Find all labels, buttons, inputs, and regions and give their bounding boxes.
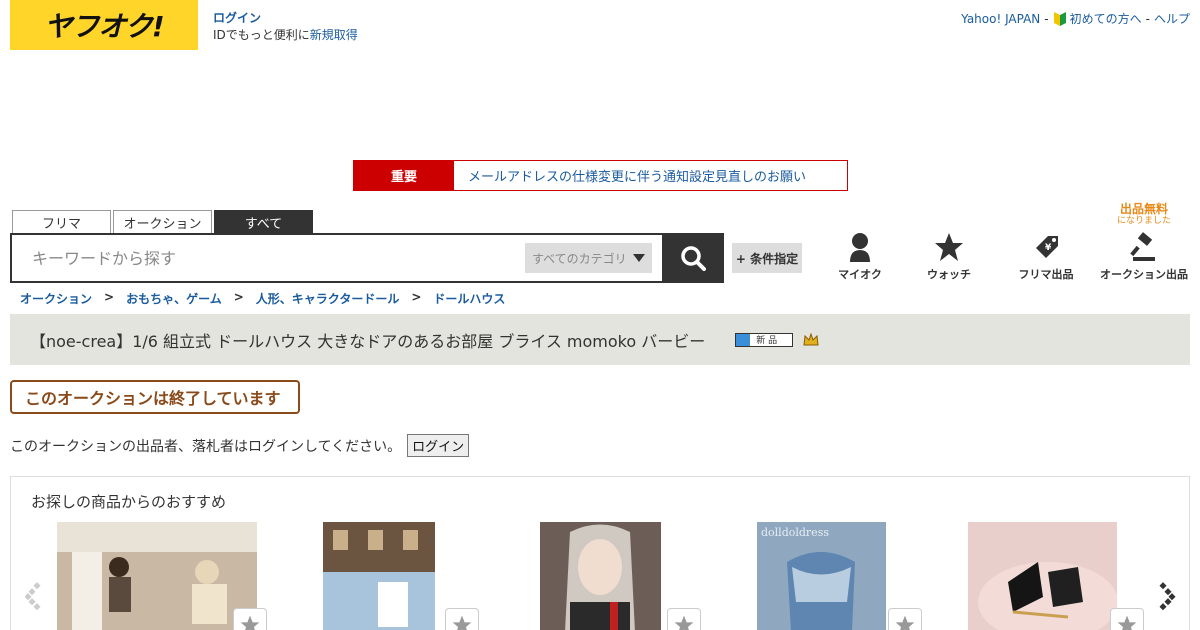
item-thumbnail (540, 522, 661, 630)
recommend-item[interactable] (968, 522, 1144, 630)
item-title: 【noe-crea】1/6 組立式 ドールハウス 大きなドアのあるお部屋 ブライ… (30, 331, 706, 351)
yahuoku-logo[interactable]: ヤフオク! (10, 0, 198, 50)
item-thumbnail (57, 522, 257, 630)
yahoo-japan-link[interactable]: Yahoo! JAPAN (961, 12, 1040, 26)
auction-listing-link[interactable]: オークション出品 (1096, 232, 1192, 282)
star-icon (1117, 615, 1137, 630)
myauction-link[interactable]: マイオク (812, 232, 908, 282)
beginner-link[interactable]: 初めての方へ (1070, 10, 1142, 27)
tab-flea[interactable]: フリマ (12, 210, 111, 234)
prev-arrow-icon[interactable] (25, 581, 47, 611)
new-badge-label: 新 品 (756, 336, 778, 346)
search-input[interactable] (32, 247, 512, 269)
tab-all[interactable]: すべて (214, 210, 313, 234)
login-note: このオークションの出品者、落札者はログインしてください。 ログイン (10, 434, 470, 457)
breadcrumb: オークション > おもちゃ、ゲーム > 人形、キャラクタードール > ドールハウ… (20, 290, 505, 307)
important-notice[interactable]: 重要 メールアドレスの仕様変更に伴う通知設定見直しのお願い (353, 160, 848, 191)
logo-text: ヤフオク! (44, 10, 164, 43)
watch-button[interactable] (1110, 608, 1144, 630)
gavel-icon (1130, 232, 1155, 261)
free-badge-main: 出品無料 (1119, 202, 1168, 216)
recommend-item[interactable] (57, 522, 267, 630)
notice-text[interactable]: メールアドレスの仕様変更に伴う通知設定見直しのお願い (454, 161, 847, 190)
search-box: すべてのカテゴリ (10, 233, 664, 283)
separator: - (1145, 11, 1150, 26)
price-tag-icon: ¥ (1036, 236, 1058, 258)
crown-icon (803, 332, 819, 345)
search-button[interactable] (662, 233, 724, 283)
flea-listing-label: フリマ出品 (1018, 268, 1074, 281)
breadcrumb-separator: > (233, 290, 244, 304)
breadcrumb-item[interactable]: おもちゃ、ゲーム (126, 290, 222, 307)
search-icon (681, 246, 706, 271)
category-label: すべてのカテゴリ (532, 251, 627, 266)
watch-button[interactable] (233, 608, 267, 630)
star-icon (452, 615, 472, 630)
breadcrumb-item[interactable]: ドールハウス (433, 290, 505, 307)
conditions-button[interactable]: + 条件指定 (732, 243, 802, 273)
breadcrumb-separator: > (104, 290, 115, 304)
flea-listing-link[interactable]: ¥ フリマ出品 (998, 232, 1094, 282)
star-icon (895, 615, 915, 630)
signup-prefix: IDでもっと便利に (213, 28, 310, 42)
login-link[interactable]: ログイン (213, 10, 358, 27)
watch-label: ウォッチ (927, 268, 971, 281)
help-link[interactable]: ヘルプ (1154, 10, 1190, 27)
item-thumbnail (968, 522, 1118, 630)
free-badge-sub: になりました (1116, 216, 1171, 226)
item-title-bar: 【noe-crea】1/6 組立式 ドールハウス 大きなドアのあるお部屋 ブライ… (10, 314, 1190, 365)
search-tabs: フリマ オークション すべて (12, 210, 313, 234)
watch-button[interactable] (888, 608, 922, 630)
auction-listing-label: オークション出品 (1100, 268, 1188, 281)
breadcrumb-separator: > (411, 290, 422, 304)
star-icon (935, 233, 963, 261)
item-thumbnail (323, 522, 435, 630)
myauction-label: マイオク (838, 268, 882, 281)
top-links: Yahoo! JAPAN - 初めての方へ - ヘルプ (961, 10, 1190, 27)
breadcrumb-item[interactable]: 人形、キャラクタードール (256, 290, 400, 307)
new-badge-icon (736, 333, 751, 346)
login-block: ログイン IDでもっと便利に新規取得 (213, 10, 358, 44)
star-icon (674, 615, 694, 630)
recommend-section: お探しの商品からのおすすめ dolldoldress (10, 476, 1190, 630)
person-icon (850, 233, 870, 262)
free-listing-badge: 出品無料 になりました (1104, 203, 1184, 227)
recommend-item[interactable]: dolldoldress (757, 522, 922, 630)
recommend-title: お探しの商品からのおすすめ (31, 493, 227, 511)
login-note-text: このオークションの出品者、落札者はログインしてください。 (10, 438, 402, 455)
recommend-item[interactable] (540, 522, 701, 630)
beginner-mark-icon (1053, 11, 1066, 26)
watch-button[interactable] (667, 608, 701, 630)
separator: - (1044, 11, 1049, 26)
watch-link[interactable]: ウォッチ (901, 232, 997, 282)
star-icon (240, 615, 260, 630)
signup-link[interactable]: 新規取得 (310, 28, 358, 42)
item-thumbnail: dolldoldress (757, 522, 886, 630)
category-select[interactable]: すべてのカテゴリ (525, 243, 652, 273)
notice-label: 重要 (354, 161, 454, 190)
dropdown-arrow-icon (632, 254, 645, 262)
new-item-badge: 新 品 (735, 332, 794, 347)
auction-ended-banner: このオークションは終了しています (10, 380, 300, 414)
svg-text:¥: ¥ (1045, 243, 1052, 253)
next-arrow-icon[interactable] (1155, 581, 1177, 611)
tab-auction[interactable]: オークション (113, 210, 212, 234)
watermark-text: dolldoldress (761, 526, 829, 539)
watch-button[interactable] (445, 608, 479, 630)
login-button[interactable]: ログイン (407, 434, 470, 457)
recommend-item[interactable] (323, 522, 479, 630)
breadcrumb-item[interactable]: オークション (20, 290, 92, 307)
